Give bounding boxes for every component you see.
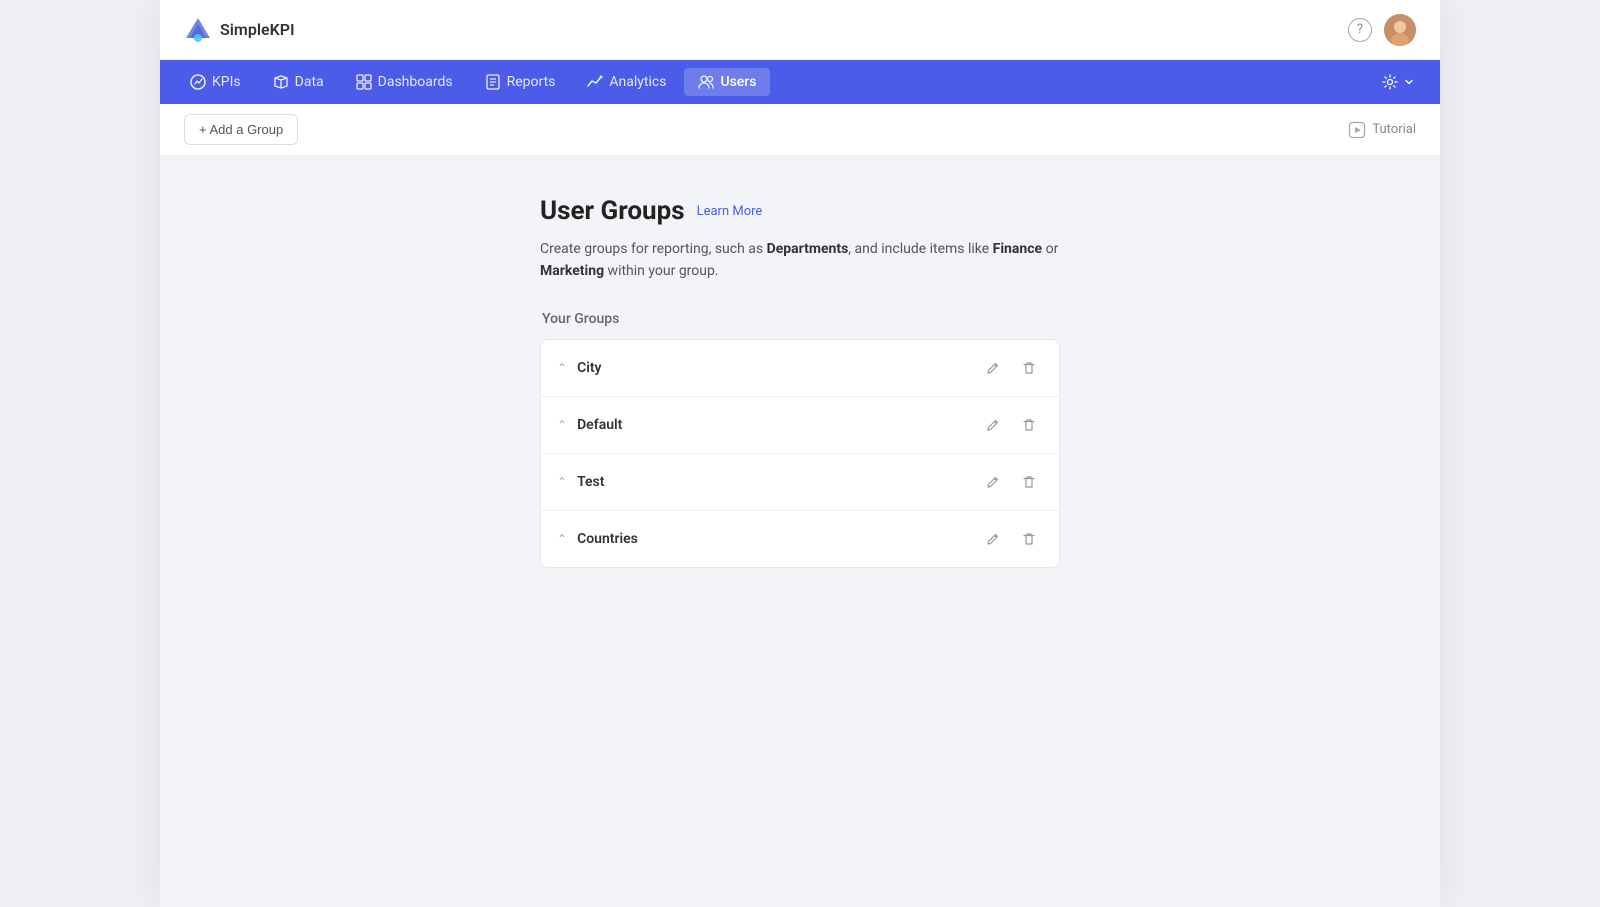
settings-icon <box>1382 74 1398 90</box>
user-avatar[interactable] <box>1384 14 1416 46</box>
edit-test-button[interactable] <box>979 468 1007 496</box>
reports-icon <box>485 74 501 90</box>
edit-icon <box>986 361 1000 375</box>
delete-countries-button[interactable] <box>1015 525 1043 553</box>
help-button[interactable]: ? <box>1348 18 1372 42</box>
chevron-up-icon-test[interactable]: ⌃ <box>557 475 567 489</box>
group-item-default: ⌃ Default <box>541 397 1059 454</box>
content-card: User Groups Learn More Create groups for… <box>540 196 1060 568</box>
tutorial-label: Tutorial <box>1372 122 1416 137</box>
chevron-up-icon-default[interactable]: ⌃ <box>557 418 567 432</box>
nav-kpis-label: KPIs <box>212 74 241 90</box>
delete-city-button[interactable] <box>1015 354 1043 382</box>
nav-reports-label: Reports <box>507 74 556 90</box>
trash-icon <box>1022 361 1036 375</box>
trash-icon <box>1022 532 1036 546</box>
nav-item-users[interactable]: Users <box>684 68 770 96</box>
edit-icon <box>986 418 1000 432</box>
desc-bold2: Finance <box>993 241 1042 257</box>
group-actions-default <box>979 411 1043 439</box>
page-title: User Groups <box>540 196 685 226</box>
add-group-button[interactable]: + Add a Group <box>184 114 298 145</box>
header-actions: ? <box>1348 14 1416 46</box>
toolbar: + Add a Group Tutorial <box>160 104 1440 156</box>
nav-analytics-label: Analytics <box>609 74 666 90</box>
header: SimpleKPI ? <box>160 0 1440 60</box>
nav-dashboards-label: Dashboards <box>378 74 453 90</box>
nav-item-analytics[interactable]: Analytics <box>573 68 680 96</box>
desc-part3: or <box>1042 241 1058 257</box>
nav-item-data[interactable]: Data <box>259 68 338 96</box>
nav-items: KPIs Data Dashboards <box>176 68 1372 96</box>
group-item-test: ⌃ Test <box>541 454 1059 511</box>
nav-item-kpis[interactable]: KPIs <box>176 68 255 96</box>
edit-icon <box>986 532 1000 546</box>
kpis-icon <box>190 74 206 90</box>
groups-list: ⌃ City <box>540 339 1060 568</box>
group-item-city: ⌃ City <box>541 340 1059 397</box>
delete-default-button[interactable] <box>1015 411 1043 439</box>
desc-part1: Create groups for reporting, such as <box>540 241 767 257</box>
group-actions-countries <box>979 525 1043 553</box>
nav-data-label: Data <box>295 74 324 90</box>
edit-countries-button[interactable] <box>979 525 1007 553</box>
tutorial-button[interactable]: Tutorial <box>1348 121 1416 139</box>
nav-item-dashboards[interactable]: Dashboards <box>342 68 467 96</box>
group-name-city: City <box>577 360 979 376</box>
analytics-icon <box>587 74 603 90</box>
desc-bold1: Departments <box>767 241 849 257</box>
data-icon <box>273 74 289 90</box>
logo-icon <box>184 16 212 44</box>
desc-part2: , and include items like <box>848 241 992 257</box>
main-content: User Groups Learn More Create groups for… <box>160 156 1440 907</box>
page-description: Create groups for reporting, such as Dep… <box>540 238 1060 283</box>
edit-city-button[interactable] <box>979 354 1007 382</box>
chevron-up-icon-city[interactable]: ⌃ <box>557 361 567 375</box>
nav-users-label: Users <box>720 74 756 90</box>
chevron-down-icon <box>1404 77 1414 87</box>
group-name-test: Test <box>577 474 979 490</box>
app-name: SimpleKPI <box>220 20 295 39</box>
trash-icon <box>1022 475 1036 489</box>
settings-button[interactable] <box>1372 68 1424 96</box>
play-icon <box>1348 121 1366 139</box>
group-name-default: Default <box>577 417 979 433</box>
app-wrapper: SimpleKPI ? KPIs <box>160 0 1440 907</box>
edit-default-button[interactable] <box>979 411 1007 439</box>
groups-section-title: Your Groups <box>540 311 1060 327</box>
page-title-row: User Groups Learn More <box>540 196 1060 226</box>
delete-test-button[interactable] <box>1015 468 1043 496</box>
add-group-label: + Add a Group <box>199 122 283 137</box>
chevron-up-icon-countries[interactable]: ⌃ <box>557 532 567 546</box>
edit-icon <box>986 475 1000 489</box>
nav-item-reports[interactable]: Reports <box>471 68 570 96</box>
group-actions-test <box>979 468 1043 496</box>
dashboards-icon <box>356 74 372 90</box>
group-name-countries: Countries <box>577 531 979 547</box>
desc-part4: within your group. <box>604 263 718 279</box>
users-icon <box>698 74 714 90</box>
main-nav: KPIs Data Dashboards <box>160 60 1440 104</box>
trash-icon <box>1022 418 1036 432</box>
group-item-countries: ⌃ Countries <box>541 511 1059 567</box>
desc-bold3: Marketing <box>540 263 604 279</box>
logo: SimpleKPI <box>184 16 295 44</box>
learn-more-link[interactable]: Learn More <box>697 204 763 219</box>
group-actions-city <box>979 354 1043 382</box>
